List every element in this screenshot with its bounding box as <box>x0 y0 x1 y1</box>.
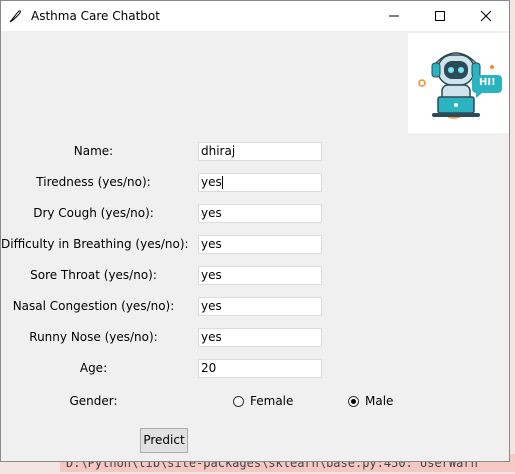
runny-nose-input[interactable]: yes <box>198 328 322 347</box>
age-input-value: 20 <box>201 361 217 375</box>
age-label: Age: <box>79 361 108 375</box>
text-caret <box>221 176 223 189</box>
tiredness-input-value: yes <box>201 175 222 189</box>
minimize-icon <box>389 15 399 17</box>
male-radio-label: Male <box>365 394 394 408</box>
gender-option-male[interactable]: Male <box>348 394 393 408</box>
window-title: Asthma Care Chatbot <box>31 9 160 23</box>
sore-throat-label: Sore Throat (yes/no): <box>30 268 157 282</box>
female-radio-button[interactable] <box>233 395 244 407</box>
minimize-button[interactable] <box>371 1 417 31</box>
robot-badge-text: HI! <box>479 77 496 88</box>
name-input-value: dhiraj <box>201 144 236 158</box>
gender-label: Gender: <box>69 394 118 408</box>
maximize-icon <box>435 11 445 21</box>
nasal-congestion-input[interactable]: yes <box>198 297 322 316</box>
difficulty-breathing-label: Difficulty in Breathing (yes/no): <box>1 237 189 251</box>
sore-throat-input-value: yes <box>201 268 222 282</box>
name-input[interactable]: dhiraj <box>198 142 322 161</box>
feather-icon <box>1 1 29 31</box>
tiredness-label: Tiredness (yes/no): <box>36 175 151 189</box>
maximize-button[interactable] <box>417 1 463 31</box>
difficulty-breathing-input-value: yes <box>201 237 222 251</box>
male-radio-button[interactable] <box>348 395 359 407</box>
predict-button[interactable]: Predict <box>140 428 188 453</box>
window-controls <box>371 1 509 31</box>
close-icon <box>480 10 492 22</box>
name-label: Name: <box>73 144 114 158</box>
title-bar[interactable]: Asthma Care Chatbot <box>1 1 509 31</box>
nasal-congestion-input-value: yes <box>201 299 222 313</box>
gender-option-female[interactable]: Female <box>233 394 293 408</box>
nasal-congestion-label: Nasal Congestion (yes/no): <box>12 299 175 313</box>
sore-throat-input[interactable]: yes <box>198 266 322 285</box>
robot-chatbot-image: HI! <box>408 33 509 133</box>
dry-cough-input[interactable]: yes <box>198 204 322 223</box>
runny-nose-input-value: yes <box>201 330 222 344</box>
female-radio-label: Female <box>250 394 294 408</box>
close-button[interactable] <box>463 1 509 31</box>
age-input[interactable]: 20 <box>198 359 322 378</box>
dry-cough-input-value: yes <box>201 206 222 220</box>
tiredness-input[interactable]: yes <box>198 173 322 192</box>
runny-nose-label: Runny Nose (yes/no): <box>29 330 158 344</box>
difficulty-breathing-input[interactable]: yes <box>198 235 322 254</box>
app-window: Asthma Care Chatbot HI! Name: dhiraj Tir… <box>0 0 510 462</box>
main-content: HI! Name: dhiraj Tiredness (yes/no): yes… <box>1 31 509 463</box>
dry-cough-label: Dry Cough (yes/no): <box>33 206 154 220</box>
